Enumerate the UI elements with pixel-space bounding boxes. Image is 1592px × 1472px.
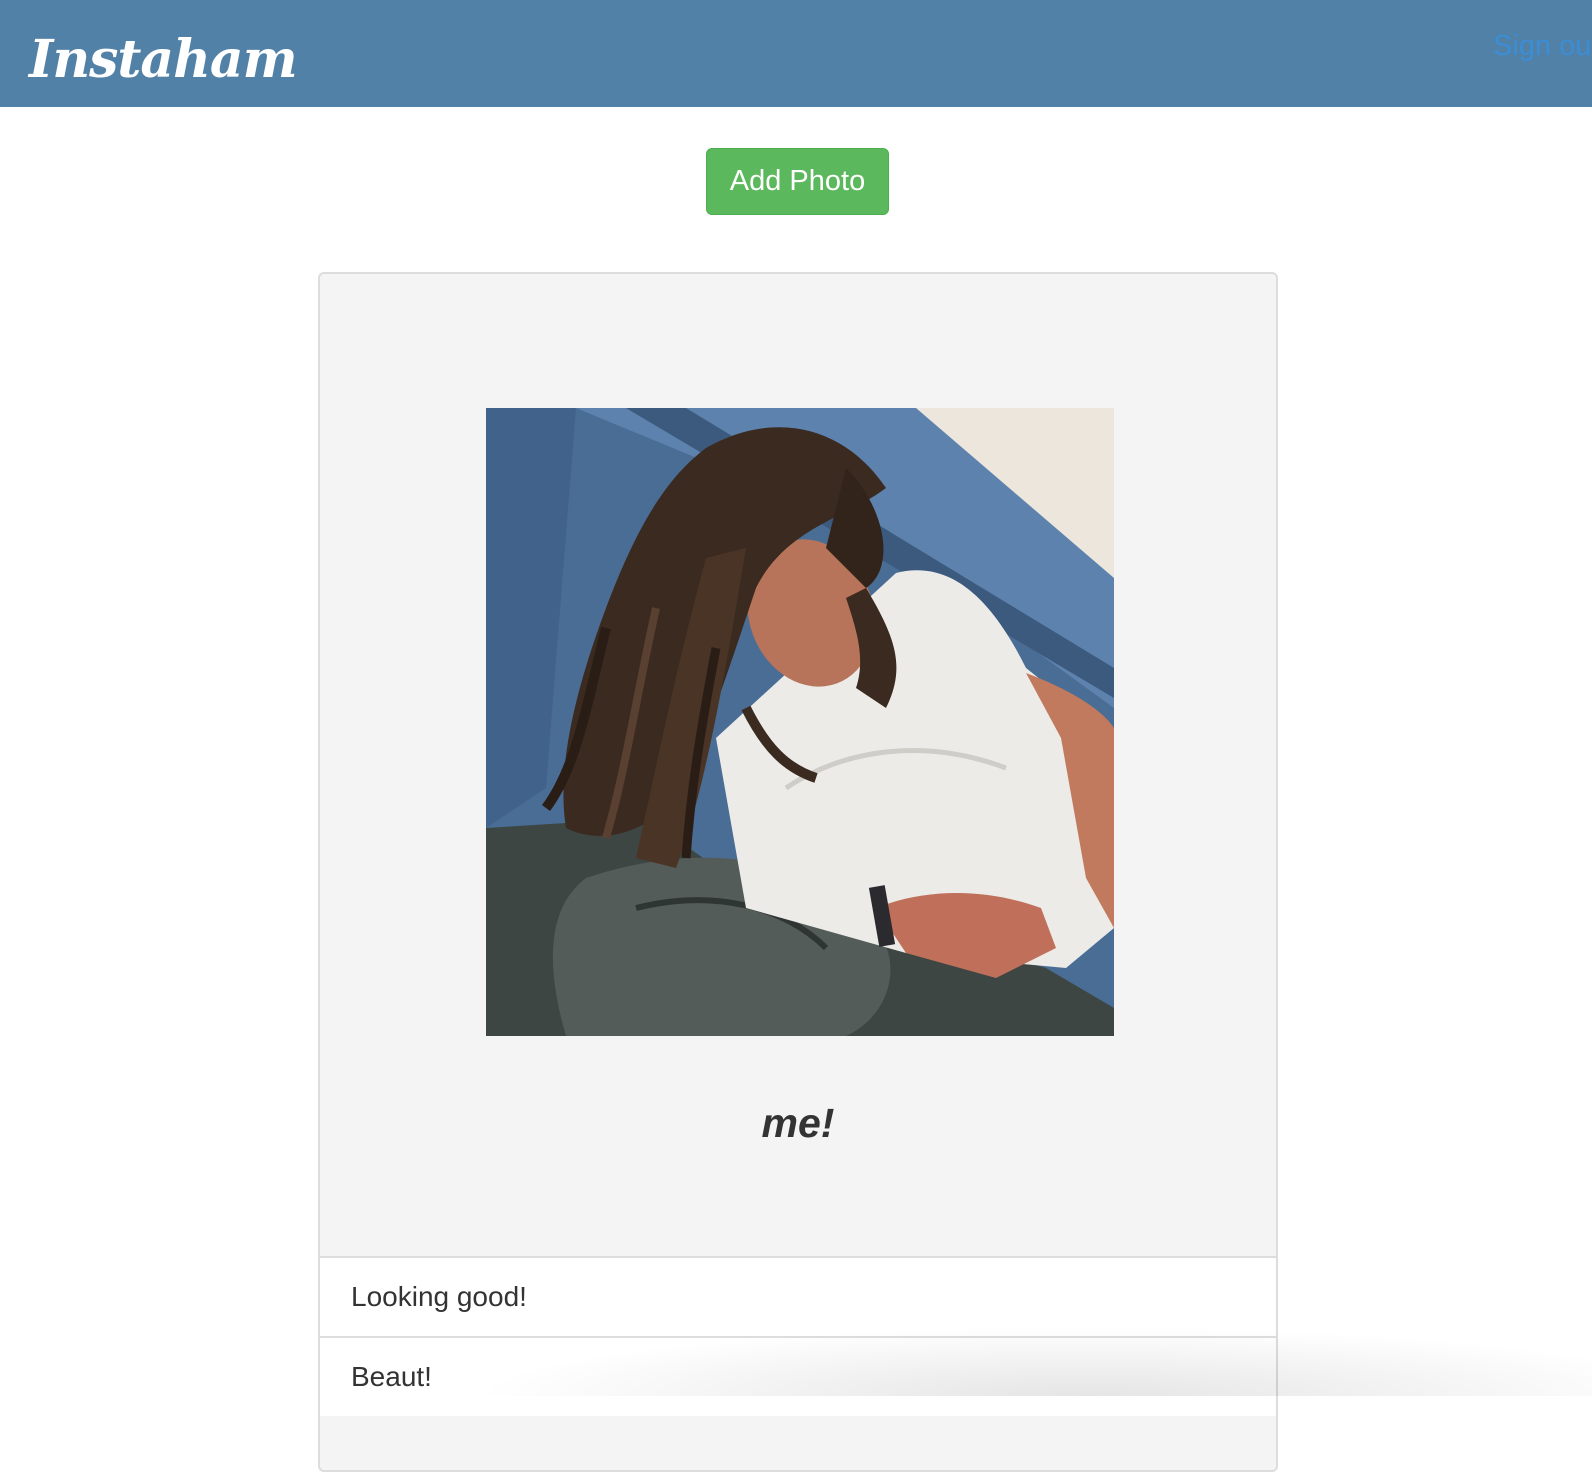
photo-caption: me! <box>761 1100 835 1146</box>
add-photo-button[interactable]: Add Photo <box>706 148 889 215</box>
comment-item: Beaut! <box>320 1336 1276 1416</box>
post-photo[interactable] <box>486 408 1114 1036</box>
comment-item: Looking good! <box>320 1256 1276 1336</box>
photo-card: me! Looking good! Beaut! <box>318 272 1278 1472</box>
comment-list: Looking good! Beaut! <box>320 1256 1276 1416</box>
brand-logo[interactable]: Instaham <box>29 24 298 96</box>
sign-out-link[interactable]: Sign ou <box>1493 28 1591 64</box>
photo-image <box>486 408 1114 1036</box>
top-navbar: Instaham Sign ou <box>0 0 1592 107</box>
